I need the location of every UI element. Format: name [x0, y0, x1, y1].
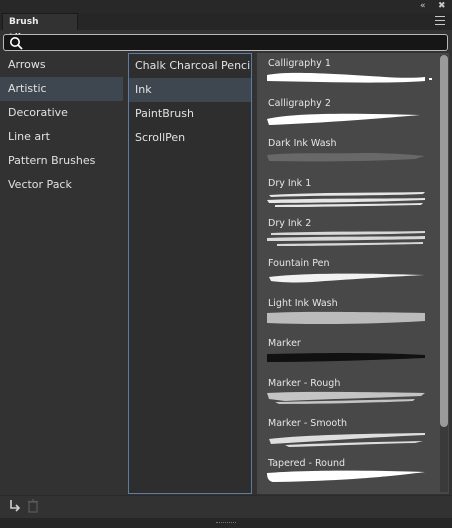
category-list: Arrows Artistic Decorative Line art Pattern …	[0, 53, 126, 494]
brush-name: Calligraphy 2	[268, 98, 331, 109]
subcategory-item-scrollpen[interactable]: ScrollPen	[129, 126, 251, 150]
scrollbar-thumb[interactable]	[440, 55, 448, 427]
brush-stroke-preview	[267, 231, 425, 246]
delete-icon[interactable]	[27, 499, 39, 516]
category-item-arrows[interactable]: Arrows	[0, 53, 126, 77]
brush-item-dry-ink-2[interactable]: Dry Ink 2	[257, 213, 439, 253]
brush-item-tapered-round[interactable]: Tapered - Round	[257, 453, 439, 493]
brush-name: Tapered - Round	[268, 458, 346, 469]
brush-stroke-preview	[267, 311, 425, 325]
brush-stroke-preview	[267, 153, 425, 162]
brush-name: Dark Ink Wash	[268, 138, 337, 149]
search-input[interactable]	[26, 36, 436, 49]
brush-name: Marker - Smooth	[268, 418, 347, 429]
brush-stroke-preview	[269, 273, 425, 283]
brush-stroke-preview	[267, 353, 425, 362]
place-brush-icon[interactable]	[9, 499, 21, 516]
brush-name: Marker	[268, 338, 301, 349]
search-icon	[9, 36, 23, 53]
brush-name: Dry Ink 1	[268, 178, 312, 189]
subcategory-item-chalk-charcoal-pencil[interactable]: Chalk Charcoal Pencil	[129, 54, 251, 78]
brush-item-dark-ink-wash[interactable]: Dark Ink Wash	[257, 133, 439, 173]
category-item-decorative[interactable]: Decorative	[0, 101, 126, 125]
resize-grip[interactable]	[0, 518, 452, 528]
brush-item-light-ink-wash[interactable]: Light Ink Wash	[257, 293, 439, 333]
brush-name: Dry Ink 2	[268, 218, 312, 229]
brush-item-fountain-pen[interactable]: Fountain Pen	[257, 253, 439, 293]
brush-item-calligraphy-1[interactable]: Calligraphy 1	[257, 53, 439, 93]
brush-item-dry-ink-1[interactable]: Dry Ink 1	[257, 173, 439, 213]
brush-item-marker[interactable]: Marker	[257, 333, 439, 373]
brush-name: Calligraphy 1	[268, 58, 331, 69]
brush-stroke-preview	[267, 113, 420, 125]
tab-brush-library[interactable]: Brush Library	[2, 13, 78, 43]
brush-name: Marker - Rough	[268, 378, 341, 389]
category-item-line-art[interactable]: Line art	[0, 125, 126, 149]
subcategory-item-ink[interactable]: Ink	[129, 78, 251, 102]
brush-preview-list: Calligraphy 1 Calligraphy 2 Dark Ink Wash D…	[257, 53, 449, 494]
panel-menu-icon[interactable]	[435, 16, 445, 25]
panel-footer	[0, 495, 452, 519]
close-icon[interactable]: ✖	[438, 0, 446, 13]
brush-item-calligraphy-2[interactable]: Calligraphy 2	[257, 93, 439, 133]
brush-item-marker-rough[interactable]: Marker - Rough	[257, 373, 439, 413]
category-item-vector-pack[interactable]: Vector Pack	[0, 173, 126, 197]
category-item-artistic[interactable]: Artistic	[0, 77, 123, 101]
brush-name: Fountain Pen	[268, 258, 330, 269]
category-item-pattern-brushes[interactable]: Pattern Brushes	[0, 149, 126, 173]
brush-stroke-preview	[267, 391, 425, 404]
search-box[interactable]	[3, 34, 448, 51]
brush-item-marker-smooth[interactable]: Marker - Smooth	[257, 413, 439, 453]
subcategory-list: Chalk Charcoal Pencil Ink PaintBrush Scroll…	[128, 53, 252, 494]
collapse-icon[interactable]: «	[420, 0, 426, 13]
brush-stroke-preview	[267, 192, 425, 207]
brush-stroke-preview	[269, 433, 425, 447]
scrollbar[interactable]	[440, 55, 448, 492]
brush-name: Light Ink Wash	[268, 298, 338, 309]
subcategory-item-paintbrush[interactable]: PaintBrush	[129, 102, 251, 126]
brush-stroke-preview	[267, 470, 425, 482]
brush-list-viewport: Calligraphy 1 Calligraphy 2 Dark Ink Wash D…	[257, 53, 439, 494]
panel-top-bar: « ✖	[0, 0, 452, 13]
brush-stroke-preview	[267, 72, 432, 83]
panel-tab-row: Brush Library	[0, 13, 452, 43]
